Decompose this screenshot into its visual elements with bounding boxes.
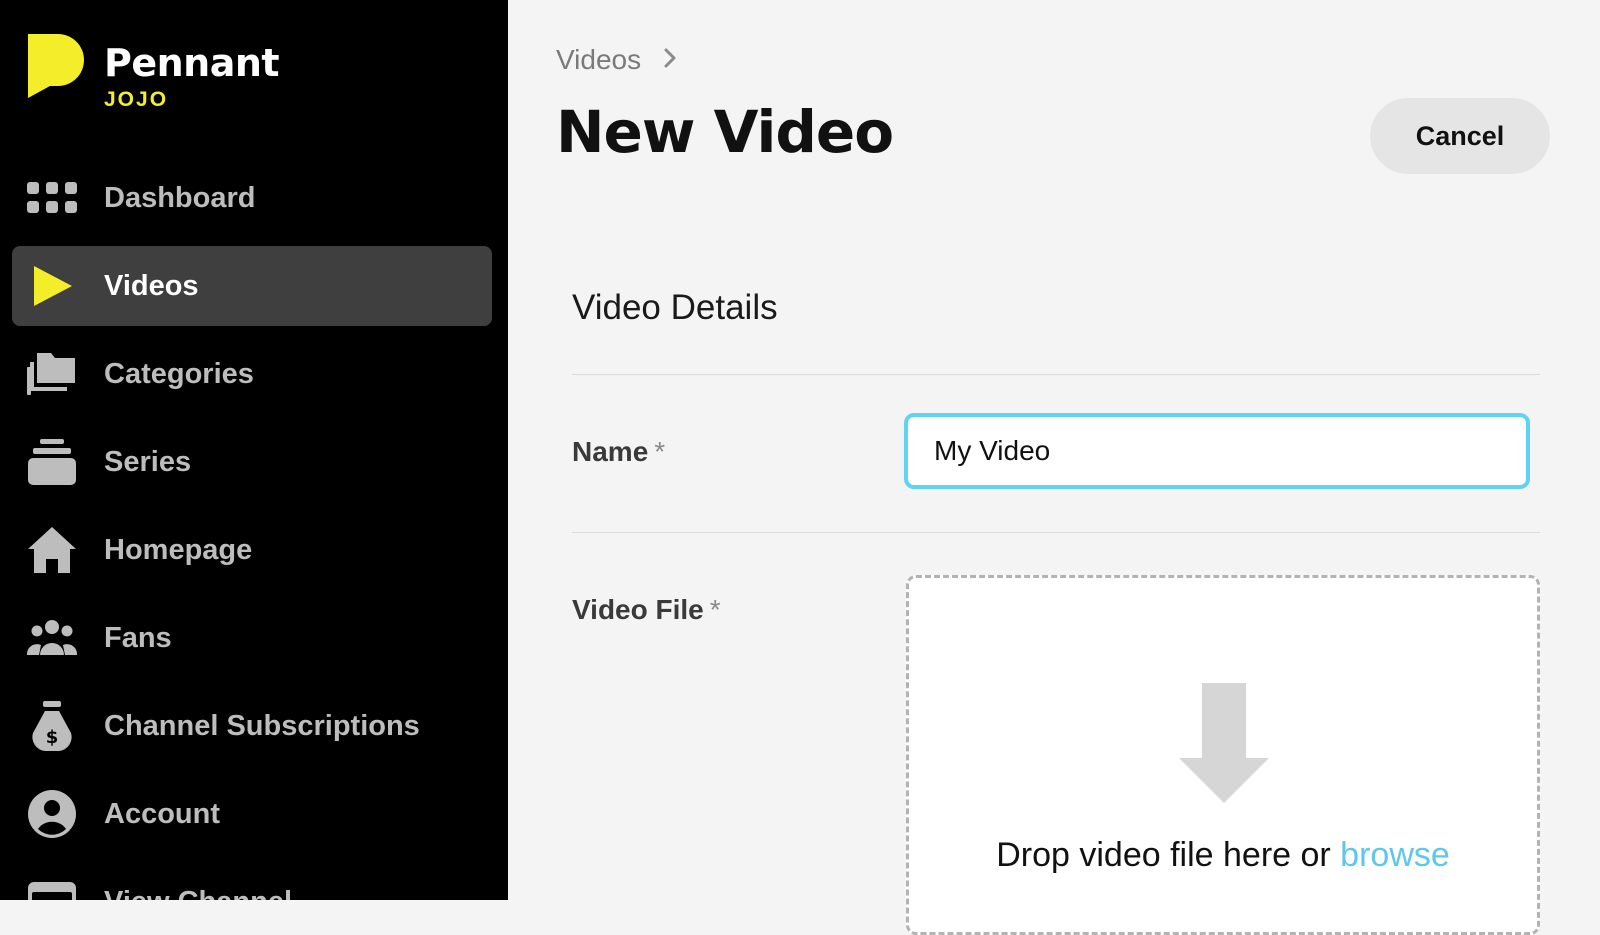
play-icon	[26, 260, 78, 312]
page-title: New Video	[556, 98, 894, 166]
sidebar-item-categories[interactable]: Categories	[12, 334, 492, 414]
grid-icon	[26, 172, 78, 224]
workspace-name: JOJO	[104, 88, 169, 111]
stack-icon	[26, 436, 78, 488]
users-icon	[26, 612, 78, 664]
download-arrow-icon	[1179, 683, 1269, 803]
sidebar: Pennant JOJO Dashboard Videos Categories…	[0, 0, 508, 900]
sidebar-item-label: Dashboard	[104, 181, 256, 214]
section-title: Video Details	[572, 288, 778, 327]
sidebar-item-account[interactable]: Account	[12, 774, 492, 854]
account-icon	[26, 788, 78, 840]
sidebar-item-channel-subscriptions[interactable]: $ Channel Subscriptions	[12, 686, 492, 766]
sidebar-item-label: Account	[104, 797, 220, 830]
sidebar-item-label: Fans	[104, 621, 172, 654]
required-marker: *	[709, 594, 721, 625]
sidebar-item-label: View Channel	[104, 886, 292, 901]
sidebar-item-videos[interactable]: Videos	[12, 246, 492, 326]
sidebar-item-label: Homepage	[104, 533, 253, 566]
svg-text:$: $	[46, 727, 59, 748]
brand-name: Pennant	[104, 41, 280, 85]
sidebar-item-dashboard[interactable]: Dashboard	[12, 158, 492, 238]
cancel-button[interactable]: Cancel	[1370, 98, 1550, 174]
pennant-logo-icon	[28, 34, 84, 98]
breadcrumb-videos-link[interactable]: Videos	[556, 44, 641, 76]
chevron-right-icon	[663, 44, 677, 76]
divider	[572, 374, 1540, 375]
money-bag-icon: $	[26, 700, 78, 752]
browse-link[interactable]: browse	[1340, 836, 1450, 874]
sidebar-item-label: Categories	[104, 357, 254, 390]
name-field-label: Name *	[572, 436, 665, 468]
divider	[572, 532, 1540, 533]
sidebar-item-homepage[interactable]: Homepage	[12, 510, 492, 590]
sidebar-item-label: Series	[104, 445, 192, 478]
sidebar-nav: Dashboard Videos Categories Series Homep…	[12, 158, 492, 900]
sidebar-item-fans[interactable]: Fans	[12, 598, 492, 678]
dropzone-text: Drop video file here or browse	[909, 836, 1537, 875]
video-file-field-label: Video File *	[572, 594, 721, 626]
sidebar-item-label: Videos	[104, 269, 199, 302]
folders-icon	[26, 348, 78, 400]
name-label-text: Name	[572, 436, 649, 467]
breadcrumb: Videos	[556, 44, 677, 76]
name-input[interactable]	[904, 413, 1530, 489]
home-icon	[26, 524, 78, 576]
required-marker: *	[654, 436, 666, 467]
video-dropzone[interactable]: Drop video file here or browse	[906, 575, 1540, 935]
sidebar-item-view-channel[interactable]: View Channel	[12, 862, 492, 900]
sidebar-item-label: Channel Subscriptions	[104, 709, 420, 742]
browser-icon	[26, 876, 78, 900]
drop-instruction: Drop video file here or	[996, 836, 1341, 874]
video-file-label-text: Video File	[572, 594, 704, 625]
logo[interactable]: Pennant JOJO	[28, 34, 280, 112]
sidebar-item-series[interactable]: Series	[12, 422, 492, 502]
main-content: Videos New Video Cancel Video Details Na…	[508, 0, 1600, 935]
